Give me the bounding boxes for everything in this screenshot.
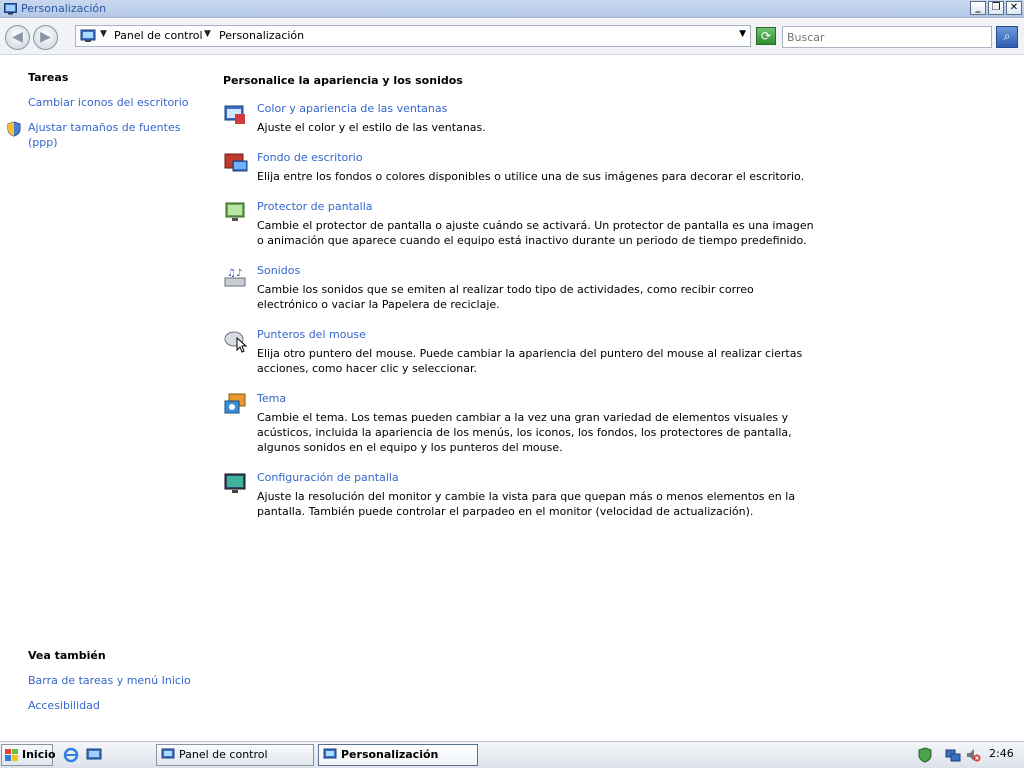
adjust-font-size-link[interactable]: Ajustar tamaños de fuentes (ppp): [28, 120, 198, 150]
mouse-pointer-icon: [224, 331, 248, 353]
refresh-button[interactable]: ⟳: [756, 27, 776, 45]
main-content: Personalice la apariencia y los sonidos …: [205, 56, 1024, 740]
item-description: Elija otro puntero del mouse. Puede camb…: [257, 347, 803, 375]
address-bar[interactable]: ▼ Panel de control ▼ Personalización ▼: [75, 25, 751, 47]
display-settings-icon: [224, 473, 246, 493]
search-button[interactable]: ⌕: [996, 26, 1018, 48]
personalization-icon: [323, 748, 337, 759]
chevron-down-icon[interactable]: ▼: [739, 29, 746, 39]
sounds-link[interactable]: Sonidos: [257, 264, 300, 277]
theme-icon: [224, 393, 246, 414]
task-pane: Tareas Cambiar iconos del escritorio Aju…: [0, 56, 205, 740]
personalization-icon: [4, 3, 17, 15]
breadcrumb-control-panel[interactable]: Panel de control: [114, 29, 203, 42]
breadcrumb-separator[interactable]: ▼: [100, 29, 107, 39]
item-description: Ajuste la resolución del monitor y cambi…: [257, 490, 796, 518]
task-label: Personalización: [341, 748, 439, 761]
sounds-icon: ♫♪: [224, 268, 246, 287]
navigation-bar: ◀ ▶ ▼ Panel de control ▼ Personalización…: [0, 19, 1024, 55]
title-bar: Personalización _ ❐ ✕: [0, 0, 1024, 18]
screensaver-link[interactable]: Protector de pantalla: [257, 200, 373, 213]
volume-muted-icon[interactable]: [965, 747, 981, 763]
minimize-button[interactable]: _: [970, 1, 986, 15]
start-label: Inicio: [22, 748, 56, 761]
item-description: Elija entre los fondos o colores disponi…: [257, 170, 805, 183]
item-description: Cambie el tema. Los temas pueden cambiar…: [257, 411, 792, 454]
desktop-background-icon: [224, 153, 248, 172]
item-description: Cambie los sonidos que se emiten al real…: [257, 283, 754, 311]
change-desktop-icons-link[interactable]: Cambiar iconos del escritorio: [28, 95, 198, 110]
svg-text:♫♪: ♫♪: [227, 268, 242, 279]
window-color-link[interactable]: Color y apariencia de las ventanas: [257, 102, 447, 115]
search-input[interactable]: [782, 26, 992, 48]
window-title: Personalización: [21, 2, 107, 15]
close-button[interactable]: ✕: [1006, 1, 1022, 15]
mouse-pointers-link[interactable]: Punteros del mouse: [257, 328, 366, 341]
item-description: Cambie el protector de pantalla o ajuste…: [257, 219, 814, 247]
task-label: Panel de control: [179, 748, 268, 761]
taskbar: Inicio Panel de control Personalización: [0, 741, 1024, 768]
taskbar-start-menu-link[interactable]: Barra de tareas y menú Inicio: [28, 673, 198, 688]
control-panel-icon: [161, 748, 175, 759]
network-icon[interactable]: [945, 747, 961, 763]
system-tray: 2:46: [913, 744, 1021, 766]
page-title: Personalice la apariencia y los sonidos: [223, 74, 463, 87]
see-also-heading: Vea también: [28, 649, 106, 662]
security-center-icon[interactable]: [917, 747, 933, 763]
control-panel-icon: [80, 29, 96, 42]
taskbar-item-personalization[interactable]: Personalización: [318, 744, 478, 766]
shield-icon: [7, 121, 21, 137]
desktop-background-link[interactable]: Fondo de escritorio: [257, 151, 363, 164]
breadcrumb-personalization[interactable]: Personalización: [219, 29, 304, 42]
taskbar-item-control-panel[interactable]: Panel de control: [156, 744, 314, 766]
restore-button[interactable]: ❐: [988, 1, 1004, 15]
windows-logo-icon: [5, 749, 18, 761]
start-button[interactable]: Inicio: [1, 744, 56, 766]
tasks-heading: Tareas: [28, 71, 69, 84]
screensaver-icon: [225, 202, 245, 221]
display-settings-link[interactable]: Configuración de pantalla: [257, 471, 399, 484]
show-desktop-icon[interactable]: [86, 747, 102, 763]
clock[interactable]: 2:46: [989, 747, 1014, 760]
item-description: Ajuste el color y el estilo de las venta…: [257, 121, 486, 134]
internet-explorer-icon[interactable]: [63, 747, 79, 763]
accessibility-link[interactable]: Accesibilidad: [28, 698, 198, 713]
theme-link[interactable]: Tema: [257, 392, 286, 405]
forward-button[interactable]: ▶: [33, 25, 58, 50]
window-color-icon: [224, 105, 245, 124]
back-button[interactable]: ◀: [5, 25, 30, 50]
breadcrumb-separator[interactable]: ▼: [204, 29, 211, 39]
